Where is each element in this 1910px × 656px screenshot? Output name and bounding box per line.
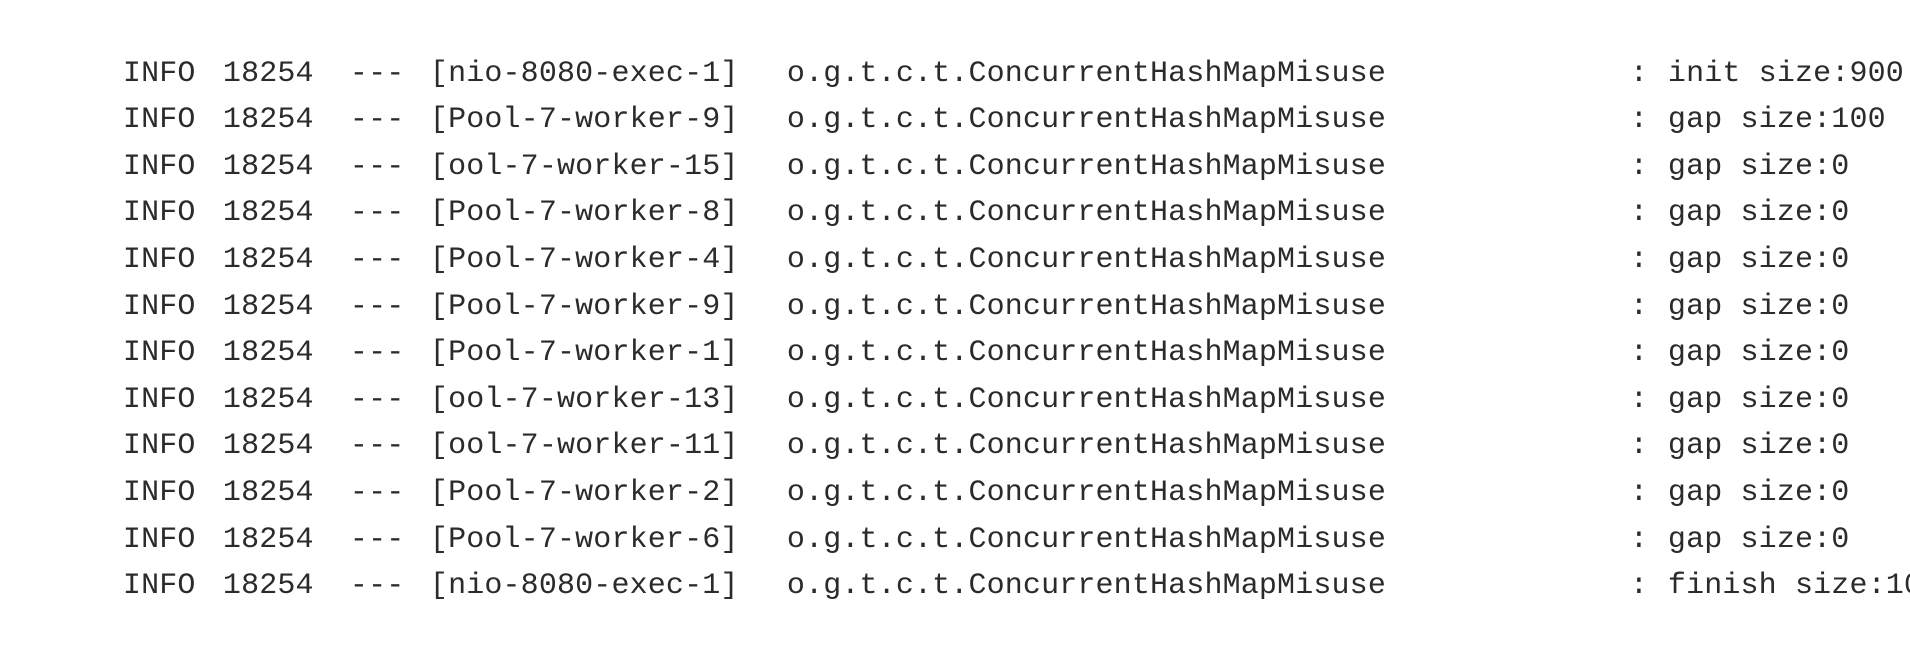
log-level: INFO (122, 569, 196, 604)
log-line: INFO 18254 --- [Pool-7-worker-9] o.g.t.c.t.C… (14, 237, 1910, 324)
log-separator: --- (349, 569, 405, 604)
log-line: INFO 18254 --- [Pool-7-worker-1] o.g.t.c.t.C… (14, 284, 1910, 370)
log-logger: o.g.t.c.t.ConcurrentHashMapMisuse (786, 569, 1386, 604)
log-line: INFO 18254 --- [ool-7-worker-13] o.g.t.c.t.C… (14, 330, 1910, 417)
log-line: INFO 18254 --- [ool-7-worker-15] o.g.t.c.t.C… (14, 97, 1910, 184)
console-log-view: INFO 18254 --- [nio-8080-exec-1] o.g.t.c.t.C… (0, 0, 1910, 603)
log-line: INFO 18254 --- [Pool-7-worker-8] o.g.t.c.t.C… (14, 144, 1910, 230)
log-thread: [nio-8080-exec-1] (429, 569, 739, 604)
log-line: INFO 18254 --- [Pool-7-worker-9] o.g.t.c.t.C… (14, 51, 1910, 137)
log-line: INFO 18254 --- [nio-8080-exec-1] o.g.t.c.t.C… (14, 4, 1910, 91)
log-line: INFO 18254 --- [Pool-7-worker-6] o.g.t.c.t.C… (14, 470, 1910, 557)
log-colon: : (1629, 569, 1649, 604)
log-line: INFO 18254 --- [Pool-7-worker-4] o.g.t.c.t.C… (14, 190, 1910, 277)
log-line: INFO 18254 --- [nio-8080-exec-1] o.g.t.c.t.C… (14, 517, 1910, 603)
log-line: INFO 18254 --- [Pool-7-worker-2] o.g.t.c.t.C… (14, 423, 1910, 510)
log-pid: 18254 (222, 569, 314, 604)
log-line: INFO 18254 --- [ool-7-worker-11] o.g.t.c.t.C… (14, 377, 1910, 463)
log-lines: INFO 18254 --- [nio-8080-exec-1] o.g.t.c.t.C… (14, 4, 1910, 604)
log-message: finish size:1000 (1667, 569, 1910, 604)
